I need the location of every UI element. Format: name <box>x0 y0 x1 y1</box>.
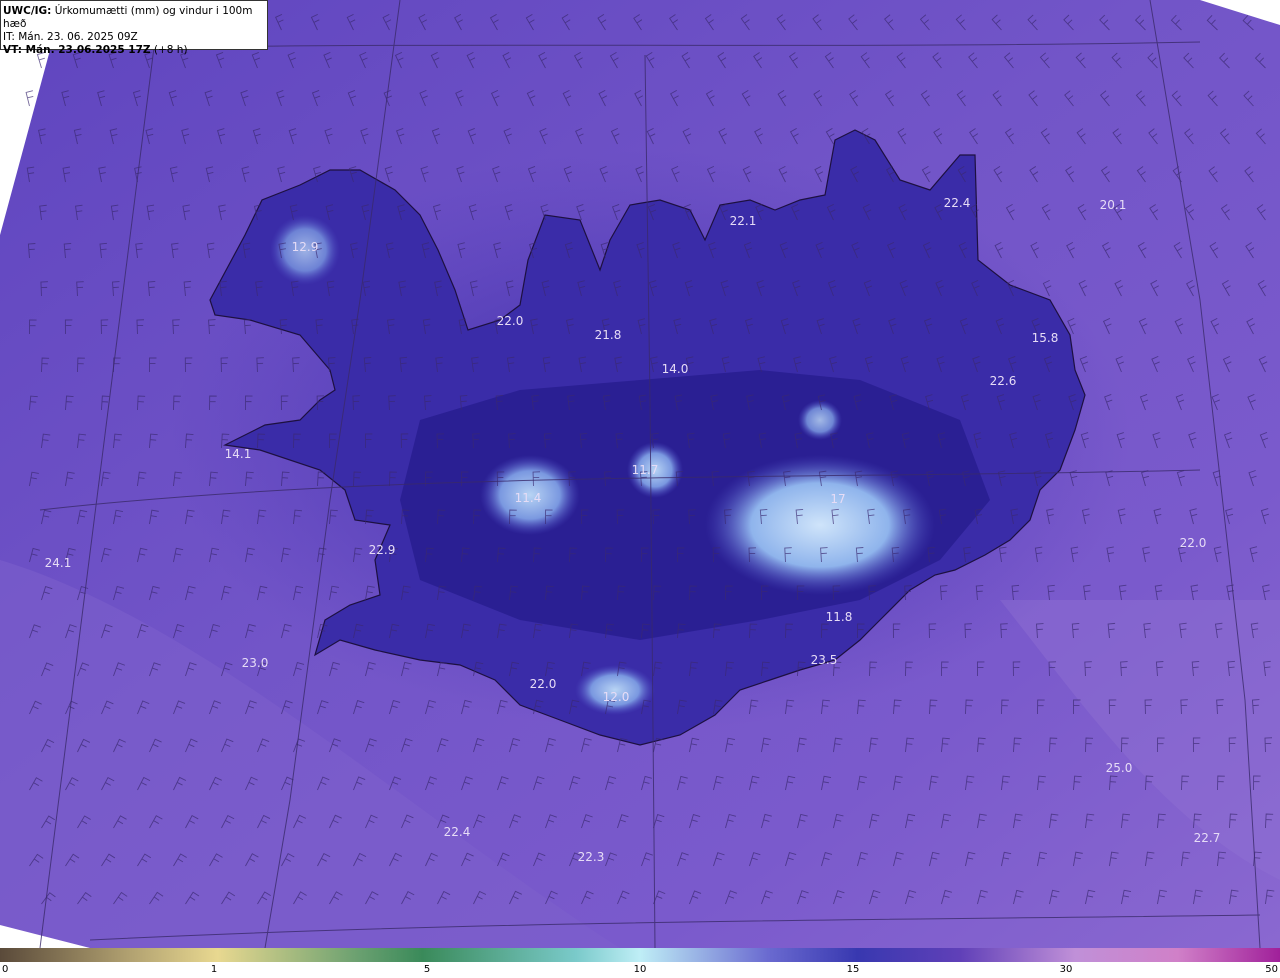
map-value-label: 15.8 <box>1032 331 1059 345</box>
map-value-label: 22.7 <box>1194 831 1221 845</box>
map-value-label: 22.0 <box>530 677 557 691</box>
map-value-label: 11.4 <box>515 491 542 505</box>
map-value-label: 14.0 <box>662 362 689 376</box>
map-value-label: 22.0 <box>1180 536 1207 550</box>
map-value-label: 24.1 <box>45 556 72 570</box>
colorbar-tick: 15 <box>846 964 860 975</box>
map-info-box: UWC/IG: Úrkomumætti (mm) og vindur i 100… <box>0 0 268 56</box>
map-value-label: 14.1 <box>225 447 252 461</box>
map-value-label: 21.8 <box>595 328 622 342</box>
map-value-label: 11.8 <box>826 610 853 624</box>
map-value-label: 22.1 <box>730 214 757 228</box>
map-value-label: 20.1 <box>1100 198 1127 212</box>
map-value-label: 11.7 <box>632 463 659 477</box>
colorbar-tick: 30 <box>1059 964 1073 975</box>
map-value-label: 23.5 <box>811 653 838 667</box>
colorbar-tick: 1 <box>210 964 218 975</box>
map-value-label: 12.9 <box>292 240 319 254</box>
map-value-label: 12.0 <box>603 690 630 704</box>
map-value-label: 22.9 <box>369 543 396 557</box>
colorbar: 0 1 5 10 15 30 50 <box>0 948 1280 978</box>
colorbar-tick: 0 <box>2 964 9 975</box>
north-glacier <box>798 400 842 440</box>
forecast-hour: (+8 h) <box>153 44 188 56</box>
map-value-label: 25.0 <box>1106 761 1133 775</box>
colorbar-tick: 10 <box>633 964 647 975</box>
map-value-label: 23.0 <box>242 656 269 670</box>
map-value-label: 22.3 <box>578 850 605 864</box>
init-time: IT: Mán. 23. 06. 2025 09Z <box>3 31 138 43</box>
map-value-label: 22.6 <box>990 374 1017 388</box>
valid-time: VT: Mán. 23.06.2025 17Z <box>3 44 151 56</box>
product-code: UWC/IG: <box>3 5 52 17</box>
colorbar-strip <box>0 948 1280 962</box>
map-value-label: 22.0 <box>497 314 524 328</box>
map-value-label: 22.4 <box>944 196 971 210</box>
colorbar-tick: 5 <box>423 964 431 975</box>
map-value-label: 17 <box>830 492 845 506</box>
precipitation-wind-map[interactable]: 12.9 22.1 22.4 20.1 22.0 21.8 14.0 15.8 22.6 14.1… <box>0 0 1280 948</box>
map-value-label: 22.4 <box>444 825 471 839</box>
colorbar-tick: 50 <box>1265 964 1278 975</box>
